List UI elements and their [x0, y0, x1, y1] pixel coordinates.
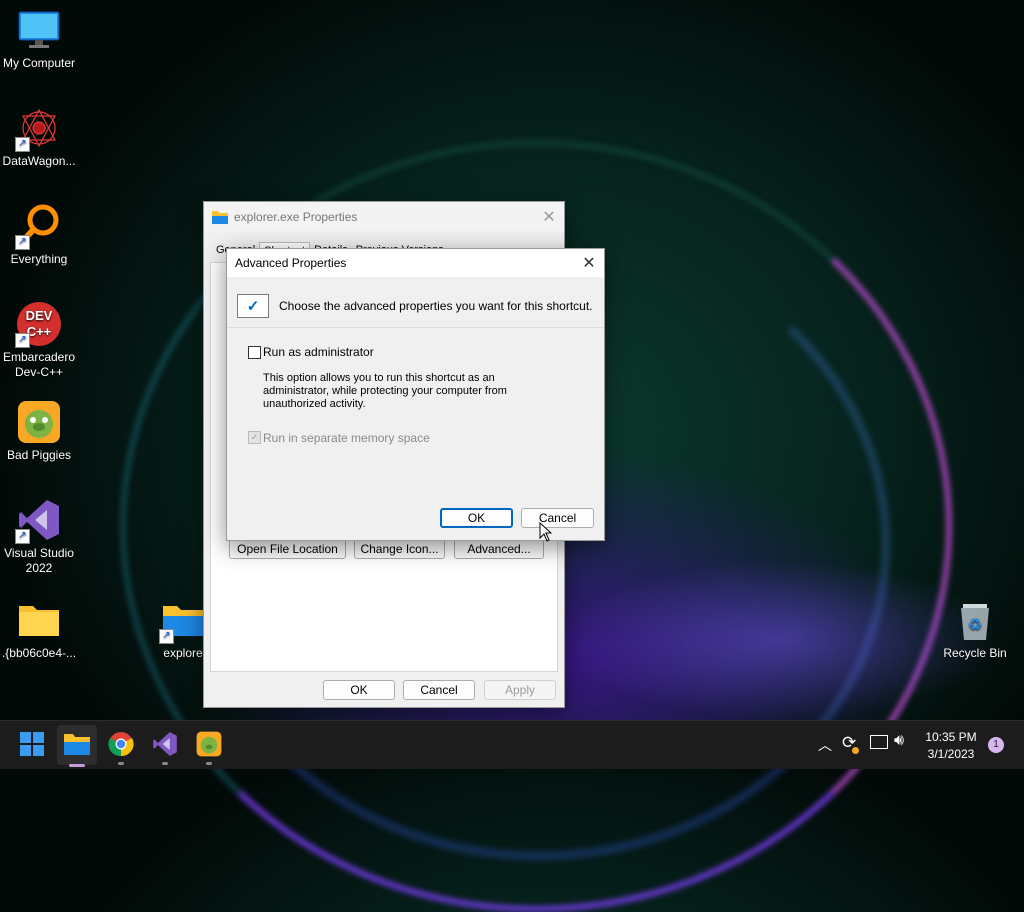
properties-titlebar: explorer.exe Properties ✕	[204, 202, 564, 232]
visual-studio-icon: ↗	[15, 498, 61, 544]
taskbar: ︿ ⟳ 🔊︎ 10:35 PM 3/1/2023 1	[0, 720, 1024, 769]
separate-memory-checkbox[interactable]: ✓	[248, 431, 261, 444]
shortcut-arrow-icon: ↗	[15, 235, 30, 250]
desktop-icon-my-computer[interactable]: My Computer	[0, 8, 78, 71]
desktop-icon-label: Visual Studio 2022	[4, 546, 74, 575]
apply-button[interactable]: Apply	[484, 680, 556, 700]
run-as-admin-checkbox[interactable]	[248, 346, 261, 359]
desktop-icon-label: DataWagon...	[2, 154, 76, 168]
close-icon[interactable]: ✕	[534, 202, 564, 232]
advanced-properties-dialog: Advanced Properties ✕ ✓ Choose the advan…	[226, 248, 605, 541]
dialog-titlebar: Advanced Properties ✕	[227, 249, 604, 277]
desktop-icon-datawagon[interactable]: ↗ DataWagon...	[0, 106, 78, 169]
cancel-button[interactable]: Cancel	[403, 680, 475, 700]
visual-studio-taskbar-icon[interactable]	[152, 731, 180, 759]
monitor-icon	[17, 8, 61, 52]
svg-text:♻: ♻	[968, 617, 982, 634]
desktop-icon-devcpp[interactable]: DEV C++ ↗ Embarcadero Dev-C++	[0, 302, 78, 380]
pig-icon	[17, 400, 61, 444]
dialog-cancel-button[interactable]: Cancel	[521, 508, 594, 528]
window-title: explorer.exe Properties	[234, 210, 358, 224]
desktop-icon-label: .{bb06c0e4-...	[1, 646, 77, 660]
desktop-icon-folder[interactable]: .{bb06c0e4-...	[0, 598, 78, 661]
desktop-icon-label: Embarcadero Dev-C++	[2, 350, 76, 379]
folder-icon	[212, 211, 228, 224]
bad-piggies-taskbar-icon[interactable]	[196, 731, 224, 759]
mouse-cursor-icon	[539, 522, 553, 542]
change-icon-button[interactable]: Change Icon...	[354, 539, 445, 559]
divider	[227, 327, 604, 328]
dialog-title: Advanced Properties	[235, 256, 347, 270]
desktop-icon-recycle-bin[interactable]: ♻ Recycle Bin	[936, 598, 1014, 661]
recycle-bin-icon: ♻	[953, 598, 997, 642]
folder-icon	[17, 598, 61, 642]
network-icon[interactable]	[870, 735, 888, 749]
windows-start-icon[interactable]	[19, 731, 47, 759]
chevron-up-icon[interactable]: ︿	[818, 735, 832, 755]
dialog-ok-button[interactable]: OK	[440, 508, 513, 528]
running-indicator	[118, 762, 124, 765]
dialog-header-text: Choose the advanced properties you want …	[279, 299, 593, 313]
clock-date[interactable]: 3/1/2023	[920, 747, 982, 761]
volume-icon[interactable]: 🔊︎	[894, 732, 904, 750]
notification-badge[interactable]: 1	[988, 737, 1004, 753]
desktop-icon-everything[interactable]: ↗ Everything	[0, 204, 78, 267]
run-as-admin-description: This option allows you to run this short…	[263, 372, 507, 410]
running-indicator	[162, 762, 168, 765]
shortcut-arrow-icon: ↗	[15, 529, 30, 544]
running-indicator	[206, 762, 212, 765]
active-indicator	[69, 764, 85, 767]
shortcut-arrow-icon: ↗	[159, 629, 174, 644]
chrome-icon[interactable]	[108, 731, 136, 759]
desktop-icon-label: Everything	[10, 252, 68, 266]
wallpaper-glow	[560, 560, 1000, 720]
magnifier-icon: ↗	[15, 204, 61, 250]
desktop-icon-label: Recycle Bin	[943, 646, 1007, 660]
warning-dot	[852, 747, 859, 754]
folder-icon: ↗	[159, 598, 205, 644]
desktop-icon-label: My Computer	[2, 56, 76, 70]
advanced-button[interactable]: Advanced...	[454, 539, 544, 559]
clock-time[interactable]: 10:35 PM	[920, 730, 982, 744]
file-explorer-icon[interactable]	[63, 731, 91, 759]
shortcut-arrow-icon: ↗	[15, 137, 30, 152]
desktop-icon-visual-studio[interactable]: ↗ Visual Studio 2022	[0, 498, 78, 576]
run-as-admin-label[interactable]: Run as administrator	[263, 345, 374, 359]
datawagon-icon: ↗	[15, 106, 61, 152]
ok-button[interactable]: OK	[323, 680, 395, 700]
close-icon[interactable]: ✕	[574, 249, 604, 277]
open-file-location-button[interactable]: Open File Location	[229, 539, 346, 559]
separate-memory-label[interactable]: Run in separate memory space	[263, 431, 430, 445]
shortcut-arrow-icon: ↗	[15, 333, 30, 348]
checkmark-icon: ✓	[237, 294, 269, 318]
desktop-icon-bad-piggies[interactable]: Bad Piggies	[0, 400, 78, 463]
desktop-icon-label: Bad Piggies	[6, 448, 72, 462]
devcpp-icon: DEV C++ ↗	[15, 302, 61, 348]
